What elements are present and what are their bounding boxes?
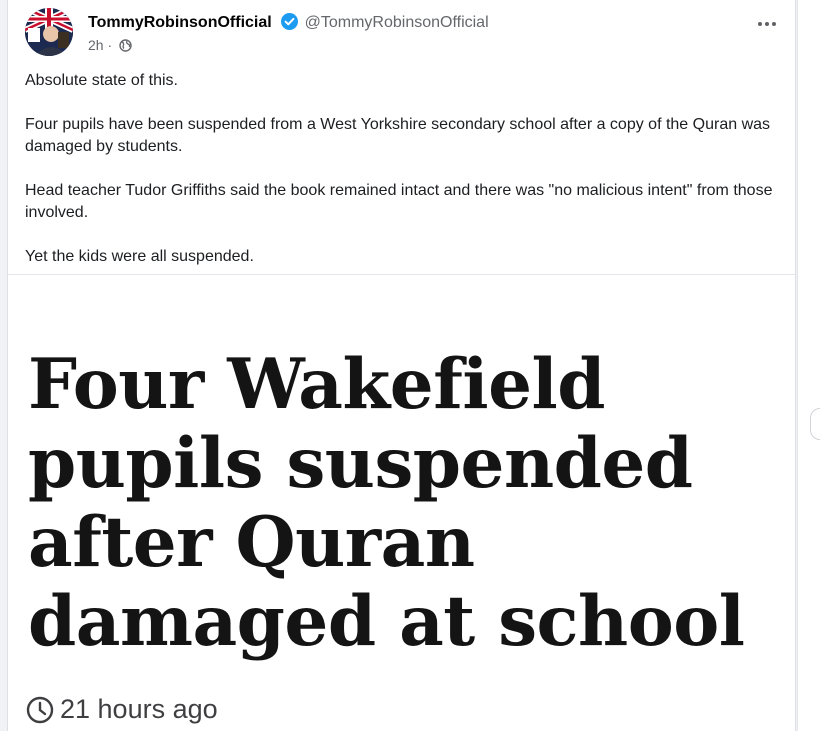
author-handle[interactable]: @TommyRobinsonOfficial	[305, 14, 489, 31]
avatar-image	[25, 8, 73, 56]
clock-icon	[26, 696, 54, 731]
more-dot	[772, 22, 776, 26]
post-paragraph: Yet the kids were all suspended.	[25, 248, 254, 265]
more-dot	[758, 22, 762, 26]
media-divider	[8, 274, 795, 275]
article-headline[interactable]: Four Wakefield pupils suspended after Qu…	[28, 345, 795, 661]
post-card: TommyRobinsonOfficial @TommyRobinsonOffi…	[7, 0, 796, 731]
right-panel-edge	[797, 0, 820, 731]
avatar[interactable]	[25, 8, 73, 56]
post-paragraph: Absolute state of this.	[25, 72, 178, 89]
author-row: TommyRobinsonOfficial @TommyRobinsonOffi…	[88, 13, 489, 35]
article-published: 21 hours ago	[60, 694, 218, 724]
verified-badge-icon	[281, 13, 299, 35]
post-header: TommyRobinsonOfficial @TommyRobinsonOffi…	[25, 8, 785, 60]
globe-icon[interactable]	[119, 39, 132, 55]
author-name[interactable]: TommyRobinsonOfficial	[88, 14, 272, 31]
post-meta: 2h ·	[88, 37, 132, 55]
more-options-button[interactable]	[749, 10, 785, 38]
post-paragraph: Four pupils have been suspended from a W…	[25, 116, 771, 155]
post-body: Absolute state of this. Four pupils have…	[25, 70, 785, 290]
meta-separator: ·	[107, 37, 113, 53]
scroll-handle[interactable]	[810, 408, 820, 440]
more-dot	[765, 22, 769, 26]
post-paragraph: Head teacher Tudor Griffiths said the bo…	[25, 182, 773, 221]
article-time: 21 hours ago	[26, 694, 218, 731]
post-timestamp[interactable]: 2h	[88, 37, 104, 53]
